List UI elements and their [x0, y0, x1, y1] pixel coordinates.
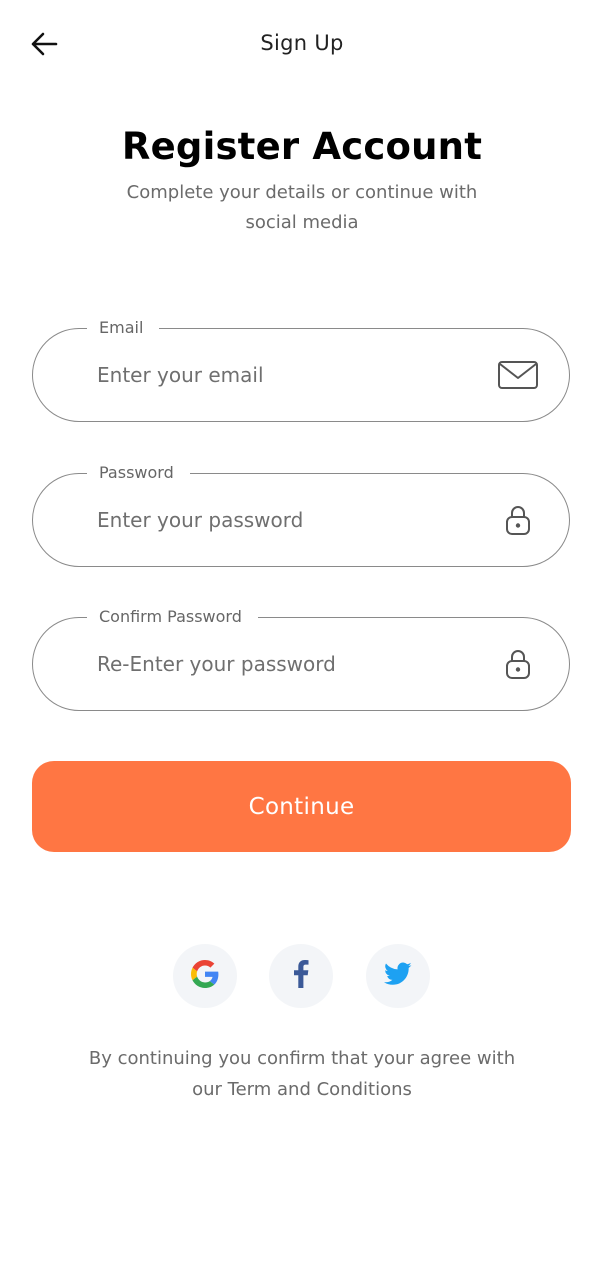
- google-login-button[interactable]: [173, 944, 237, 1008]
- terms-notice: By continuing you confirm that your agre…: [88, 1048, 516, 1100]
- app-bar-title: Sign Up: [260, 31, 344, 55]
- app-bar: Sign Up: [0, 0, 604, 92]
- confirm-password-field[interactable]: Confirm Password: [32, 606, 570, 711]
- email-field[interactable]: Email: [32, 317, 570, 422]
- google-icon: [191, 960, 219, 992]
- confirm-password-input[interactable]: [97, 644, 477, 684]
- lock-icon: [497, 502, 539, 538]
- mail-icon: [497, 357, 539, 393]
- email-input[interactable]: [97, 355, 477, 395]
- social-login-row: [0, 944, 604, 1010]
- page-title: Register Account: [121, 125, 483, 168]
- lock-icon: [497, 646, 539, 682]
- confirm-password-field-label: Confirm Password: [87, 606, 258, 628]
- email-field-label: Email: [87, 317, 160, 339]
- facebook-login-button[interactable]: [269, 944, 333, 1008]
- password-field-label: Password: [87, 462, 190, 484]
- facebook-icon: [293, 960, 309, 992]
- twitter-login-button[interactable]: [366, 944, 430, 1008]
- twitter-icon: [384, 962, 412, 990]
- continue-button[interactable]: Continue: [32, 761, 571, 852]
- page-subtitle: Complete your details or continue with s…: [126, 182, 478, 233]
- password-field[interactable]: Password: [32, 462, 570, 567]
- password-input[interactable]: [97, 500, 477, 540]
